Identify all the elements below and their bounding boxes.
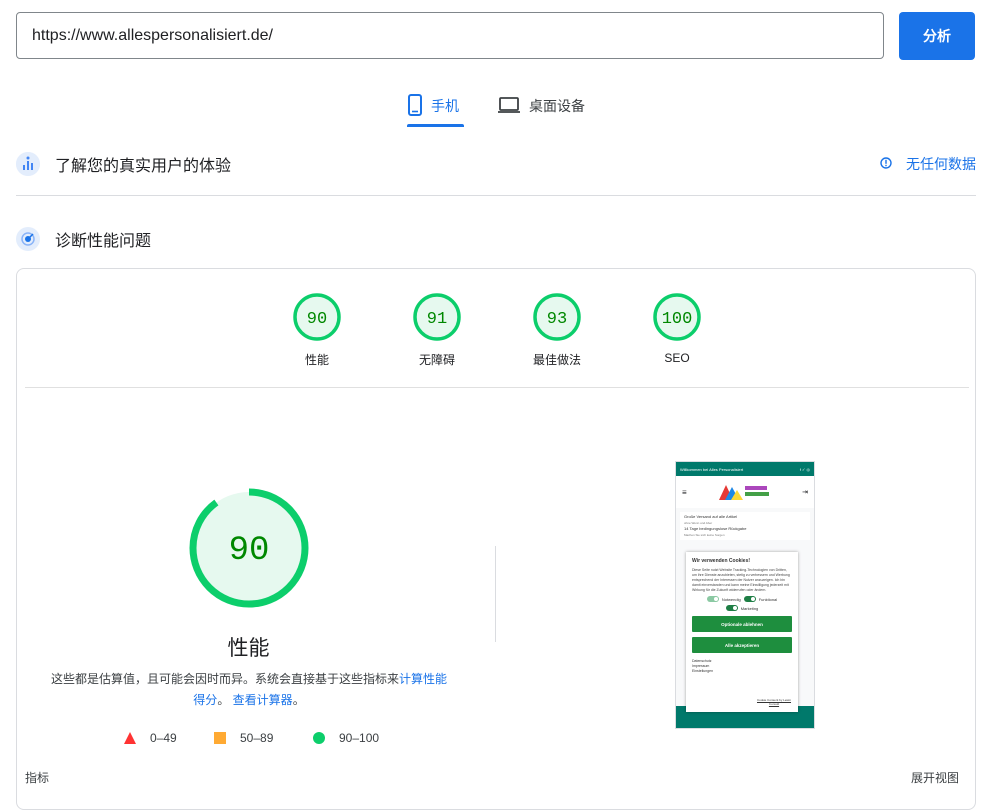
legend-range: 0–49 [150,731,177,745]
info-icon [880,156,906,172]
square-icon [214,732,226,744]
field-data-section: 了解您的真实用户的体验 无任何数据 [16,148,976,180]
no-data-link[interactable]: 无任何数据 [880,148,976,180]
tab-mobile[interactable]: 手机 [407,86,459,126]
tab-desktop-label: 桌面设备 [529,98,585,114]
login-icon: ⇥ [802,489,808,496]
screenshot-topbar: Willkommen bei Alles Personalisiert f ✓ … [676,462,814,476]
category-score: 93 [547,310,567,329]
toggle-icon [706,596,719,602]
toggle-icon [743,596,756,602]
category-label: 最佳做法 [532,353,581,367]
field-data-icon [16,152,40,176]
score-ring: 91 [413,293,461,341]
cookie-dialog: Wir verwenden Cookies! Diese Seite nutzt… [686,552,798,712]
screenshot-topbar-text: Willkommen bei Alles Personalisiert [680,466,744,472]
performance-disclaimer: 这些都是估算值，且可能会因时而异。系统会直接基于这些指标来计算性能得分。 查看计… [47,669,451,711]
separator: 。 [217,693,230,707]
category-gauge-best-practices[interactable]: 93 最佳做法 [517,293,597,368]
category-label: SEO [664,351,690,365]
category-gauge-seo[interactable]: 100 SEO [637,293,717,365]
card-divider [25,387,969,388]
diagnose-section: 诊断性能问题 [16,223,976,255]
no-data-label: 无任何数据 [906,156,976,172]
category-score: 90 [307,310,327,329]
category-gauge-performance[interactable]: 90 性能 [277,293,357,368]
category-gauge-accessibility[interactable]: 91 无障碍 [397,293,477,368]
calculator-link[interactable]: 查看计算器 [233,693,293,707]
score-ring: 100 [653,293,701,341]
circle-icon [313,732,325,744]
laptop-icon [497,96,529,117]
category-label: 无障碍 [418,353,455,367]
toggle-icon [725,605,738,611]
cookie-links: Datenschutz Impressum Einstellungen [692,659,714,673]
lab-diagnose-icon [16,227,40,251]
site-logo [719,485,770,500]
legend-range: 50–89 [240,731,274,745]
screenshot-promo: Große Versand auf alle Artikel ohne Wenn… [680,512,810,540]
cookie-toggles: Notwendig Funktional [692,596,792,602]
legend-pass: 90–100 [313,731,379,745]
performance-score: 90 [229,532,270,570]
cookie-reject-button: Optionale ablehnen [692,616,792,632]
screenshot-header: ≡ ⇥ [676,476,814,508]
analyze-button[interactable]: 分析 [899,12,975,60]
performance-title: 性能 [227,637,270,660]
menu-icon: ≡ [682,487,687,497]
report-card: 90 性能 91 无障碍 93 最佳做法 100 SEO 90 性能 这些都是估… [16,268,976,810]
tab-mobile-label: 手机 [431,98,459,114]
triangle-icon [124,732,136,744]
cookie-toggle-marketing: Marketing [692,605,792,611]
active-tab-indicator [407,124,464,127]
tab-desktop[interactable]: 桌面设备 [497,86,585,126]
score-ring: 90 [293,293,341,341]
legend-range: 90–100 [339,731,380,745]
category-score: 91 [427,310,447,329]
vertical-separator [495,546,496,642]
cookie-powered: Cookie Consent by Lewin Consult [756,698,792,706]
end-punct: 。 [292,693,305,707]
section-divider [16,195,976,196]
url-input[interactable]: https://www.allespersonalisiert.de/ [16,12,884,59]
performance-gauge: 90 [189,488,309,613]
score-ring: 93 [533,293,581,341]
legend-average: 50–89 [214,731,273,745]
expand-view-button[interactable]: 展开视图 [911,769,959,786]
promo2-sub: Machen Sie sich keine Sorgen [684,533,725,537]
field-data-title: 了解您的真实用户的体验 [55,158,232,175]
page-screenshot: Willkommen bei Alles Personalisiert f ✓ … [675,461,815,729]
cookie-text: Diese Seite nutzt Website Tracking-Techn… [692,568,790,592]
cookie-title: Wir verwenden Cookies! [692,558,751,564]
cookie-accept-button: Alle akzeptieren [692,637,792,653]
diagnose-title: 诊断性能问题 [55,233,152,250]
legend-fail: 0–49 [124,731,177,745]
category-label: 性能 [304,353,329,367]
metrics-label: 指标 [25,771,50,785]
smartphone-icon [407,93,431,119]
social-icons: f ✓ ◎ [799,466,810,472]
category-score: 100 [662,310,693,329]
disclaimer-text: 这些都是估算值，且可能会因时而异。系统会直接基于这些指标来 [50,672,399,686]
